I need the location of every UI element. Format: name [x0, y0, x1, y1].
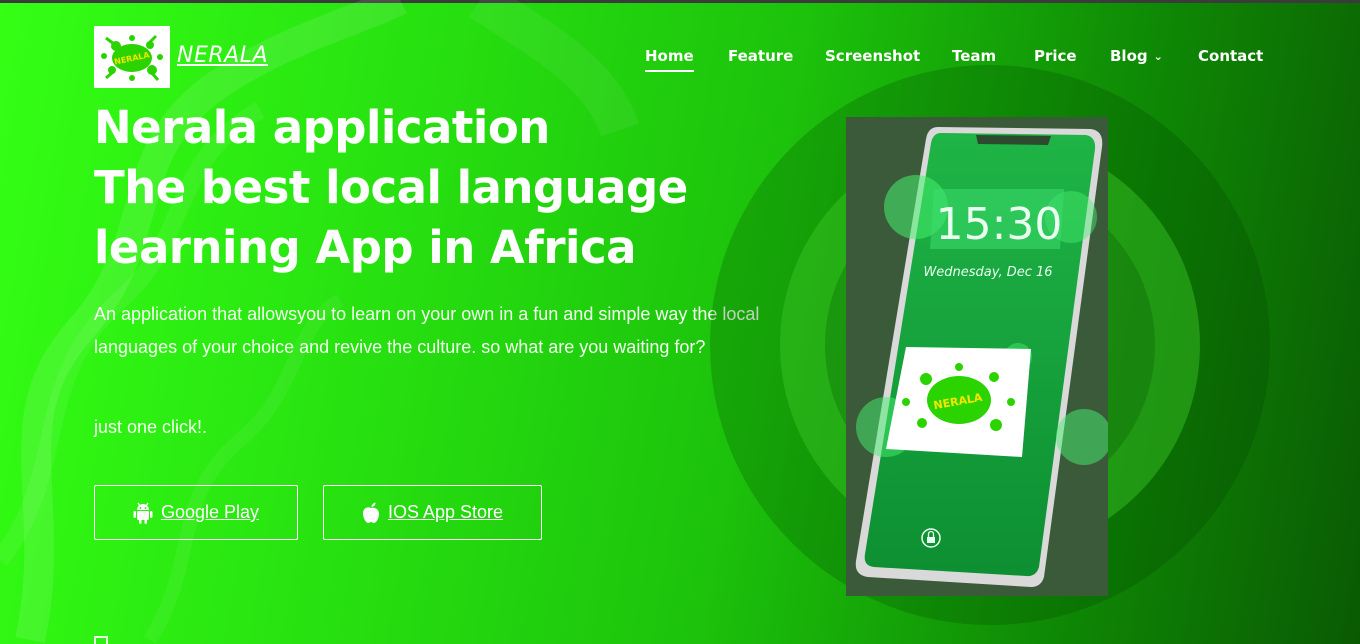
hero-title-line-2: The best local language — [94, 161, 688, 214]
ios-app-store-button[interactable]: IOS App Store — [323, 485, 542, 540]
android-icon — [133, 502, 153, 524]
nav-home[interactable]: Home — [645, 47, 694, 72]
svg-text:15:30: 15:30 — [936, 199, 1063, 250]
phone-screenshot: 15:30 Wednesday, Dec 16 NERALA — [846, 117, 1108, 596]
hero-title-line-3: learning App in Africa — [94, 221, 637, 274]
hero-title: Nerala application The best local langua… — [94, 98, 734, 278]
google-play-label: Google Play — [160, 502, 260, 522]
hero-title-line-1: Nerala application — [94, 101, 550, 154]
scroll-indicator-icon — [94, 636, 108, 644]
hero-description: An application that allowsyou to learn o… — [94, 304, 760, 357]
phone-mockup-icon: 15:30 Wednesday, Dec 16 NERALA — [855, 127, 1108, 587]
hero-cta-text: just one click!. — [94, 417, 208, 437]
window-top-border — [0, 0, 1360, 3]
ios-app-store-label: IOS App Store — [387, 502, 504, 522]
google-play-button[interactable]: Google Play — [94, 485, 298, 540]
svg-text:Wednesday, Dec 16: Wednesday, Dec 16 — [923, 265, 1052, 280]
apple-icon — [362, 502, 379, 523]
